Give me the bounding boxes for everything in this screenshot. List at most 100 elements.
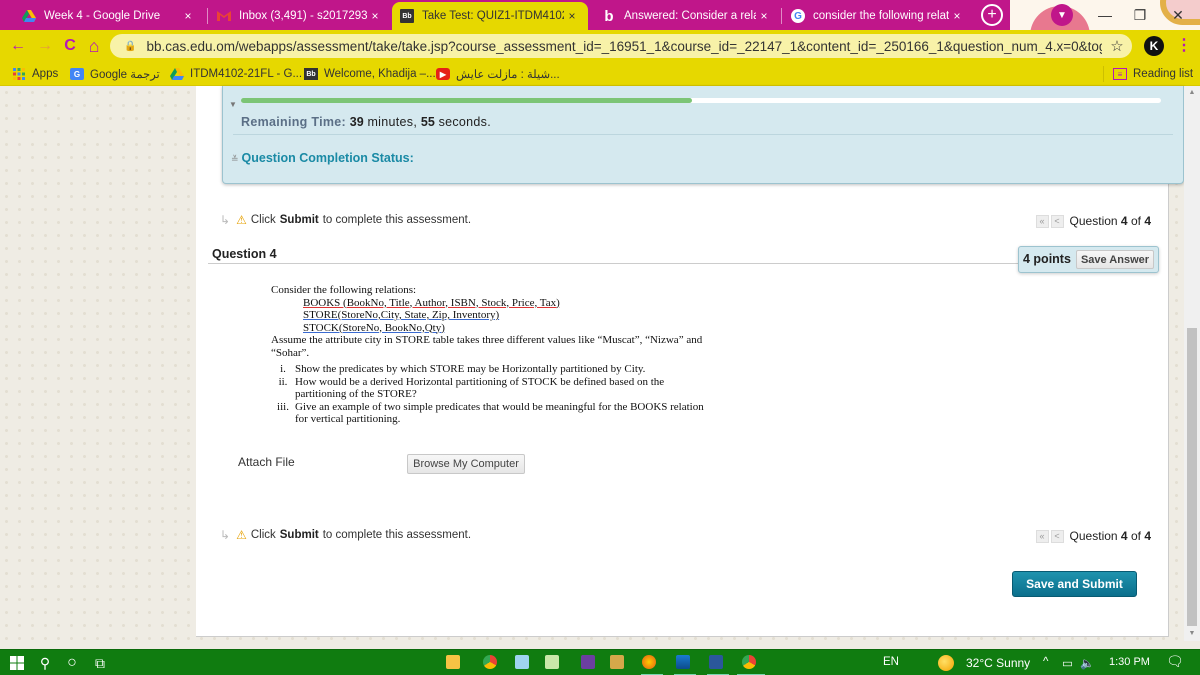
timer-panel: ▼ Remaining Time: 39 minutes, 55 seconds… (222, 86, 1184, 184)
minimize-button[interactable]: — (1090, 4, 1120, 26)
chevron-down-icon: ≚ (231, 154, 239, 164)
file-explorer-icon[interactable] (446, 655, 460, 669)
bookmark-itdm4102[interactable]: ITDM4102-21FL - G... (170, 65, 302, 83)
question-items: i. Show the predicates by which STORE may… (271, 363, 711, 426)
question-navigation-top: « < Question 4 of 4 (1035, 214, 1151, 228)
url-text[interactable]: bb.cas.edu.om/webapps/assessment/take/ta… (146, 39, 1102, 54)
bookmark-star-icon[interactable]: ☆ (1102, 37, 1132, 55)
item-number: i. (280, 363, 286, 375)
collapse-triangle-icon[interactable]: ▼ (229, 100, 237, 109)
lock-icon: 🔒 (124, 40, 137, 52)
notifications-icon[interactable]: 🗨 (1166, 653, 1184, 670)
google-drive-icon (22, 9, 36, 23)
notepad-icon[interactable] (515, 655, 529, 669)
browser-menu-button[interactable]: ⋮ (1176, 36, 1192, 56)
question-intro: Consider the following relations: (271, 284, 417, 296)
reload-button[interactable]: C (60, 36, 80, 56)
bookmark-apps[interactable]: Apps (12, 65, 58, 83)
bookmark-welcome-khadija[interactable]: Bb Welcome, Khadija –... (304, 65, 436, 83)
remaining-seconds: 55 (420, 115, 435, 129)
tab-label: Week 4 - Google Drive (44, 10, 161, 22)
save-answer-button[interactable]: Save Answer (1076, 250, 1154, 269)
chevron-down-icon: ▼ (1057, 9, 1067, 21)
scroll-up-arrow-icon[interactable]: ▲ (1184, 86, 1200, 100)
visual-studio-icon[interactable] (581, 655, 595, 669)
previous-question-button[interactable]: < (1050, 214, 1064, 228)
browse-my-computer-button[interactable]: Browse My Computer (407, 454, 525, 474)
restore-button[interactable]: ❐ (1125, 4, 1155, 26)
tab-google-drive[interactable]: Week 4 - Google Drive × (14, 4, 204, 28)
weather-text[interactable]: 32°C Sunny (966, 656, 1030, 670)
search-icon[interactable]: ⚲ (36, 654, 54, 672)
back-button[interactable]: ← (8, 36, 28, 56)
relation-text: BOOKS (BookNo, Title, Author, ISBN, Stoc… (303, 296, 560, 309)
reading-list-label: Reading list (1133, 68, 1194, 80)
windows-start-icon[interactable] (8, 654, 26, 672)
chrome-active-icon[interactable] (742, 655, 756, 669)
notepad-plus-icon[interactable] (545, 655, 559, 669)
close-tab-icon[interactable]: × (180, 9, 196, 23)
profile-avatar[interactable]: K (1144, 36, 1164, 56)
blackboard-icon: Bb (304, 68, 318, 80)
question-navigation-bottom: « < Question 4 of 4 (1035, 529, 1151, 543)
bookmarks-bar: Apps G Google ترجمة ITDM4102-21FL - G...… (0, 62, 1200, 86)
google-drive-icon (170, 68, 184, 80)
tab-bartleby-answered[interactable]: b Answered: Consider a relation × (594, 4, 780, 28)
attach-file-label: Attach File (238, 455, 295, 469)
bookmark-youtube-video[interactable]: ▶ شيلة : مازلت عايش... (436, 65, 560, 83)
home-button[interactable]: ⌂ (84, 36, 104, 56)
forward-button[interactable]: → (35, 36, 55, 56)
bookmark-label: ITDM4102-21FL - G... (190, 68, 303, 80)
word-icon[interactable] (709, 655, 723, 669)
volume-icon[interactable]: 🔈 (1080, 656, 1094, 670)
tab-separator (781, 8, 782, 24)
previous-question-button[interactable]: < (1050, 529, 1064, 543)
chrome-icon[interactable] (483, 655, 497, 669)
close-window-button[interactable]: ✕ (1163, 4, 1193, 26)
question-of: of (1130, 214, 1141, 228)
save-and-submit-button[interactable]: Save and Submit (1012, 571, 1137, 597)
scrollbar-thumb[interactable] (1187, 328, 1197, 626)
seconds-unit: seconds. (438, 115, 492, 129)
language-indicator[interactable]: EN (883, 656, 899, 668)
firefox-icon[interactable] (642, 655, 656, 669)
question-completion-status-toggle[interactable]: ≚ Question Completion Status: (231, 151, 414, 165)
google-translate-icon: G (70, 68, 84, 80)
tray-chevron-icon[interactable]: ^ (1043, 656, 1048, 668)
submit-hint-prefix: Click (250, 214, 276, 226)
close-tab-icon[interactable]: × (949, 9, 965, 23)
first-question-button[interactable]: « (1035, 214, 1049, 228)
reading-list-button[interactable]: ≡ Reading list (1113, 65, 1193, 83)
clock-time[interactable]: 1:30 PM (1109, 656, 1150, 668)
photos-icon[interactable] (676, 655, 690, 669)
address-bar[interactable]: 🔒 bb.cas.edu.om/webapps/assessment/take/… (110, 34, 1132, 58)
bookmark-google-translate[interactable]: G Google ترجمة (70, 65, 160, 83)
reading-list-icon: ≡ (1113, 68, 1127, 80)
assessment-content: ▼ Remaining Time: 39 minutes, 55 seconds… (196, 86, 1184, 637)
item-text: How would be a derived Horizontal partit… (295, 375, 665, 401)
blackboard-icon: Bb (400, 9, 414, 23)
tab-search-button[interactable]: ▼ (1051, 4, 1073, 26)
corner-arrow-icon: ↳ (220, 213, 231, 227)
tab-google-search[interactable]: G consider the following relatio × (783, 4, 973, 28)
question-nav-prefix: Question (1069, 529, 1118, 543)
task-view-icon[interactable]: ⧉ (91, 654, 109, 672)
snipping-tool-icon[interactable] (610, 655, 624, 669)
close-tab-icon[interactable]: × (564, 9, 580, 23)
tab-gmail-inbox[interactable]: Inbox (3,491) - s2017293042.s × (209, 4, 391, 28)
close-tab-icon[interactable]: × (756, 9, 772, 23)
question-item: ii. How would be a derived Horizontal par… (271, 376, 711, 401)
time-progress-fill (241, 98, 692, 103)
new-tab-button[interactable]: + (981, 4, 1003, 26)
first-question-button[interactable]: « (1035, 529, 1049, 543)
tab-take-test[interactable]: Bb Take Test: QUIZ1-ITDM4102-2 × (392, 2, 588, 30)
page-scrollbar[interactable]: ▲ ▼ (1184, 86, 1200, 641)
cortana-icon[interactable]: ○ (63, 654, 81, 672)
item-text: Give an example of two simple predicates… (295, 400, 704, 426)
battery-icon[interactable]: ▭ (1062, 656, 1073, 670)
tab-label: Answered: Consider a relation (624, 10, 756, 22)
minutes-unit: minutes, (367, 115, 418, 129)
close-tab-icon[interactable]: × (367, 9, 383, 23)
scroll-down-arrow-icon[interactable]: ▼ (1184, 627, 1200, 641)
remaining-time-label: Remaining Time: (241, 115, 346, 129)
